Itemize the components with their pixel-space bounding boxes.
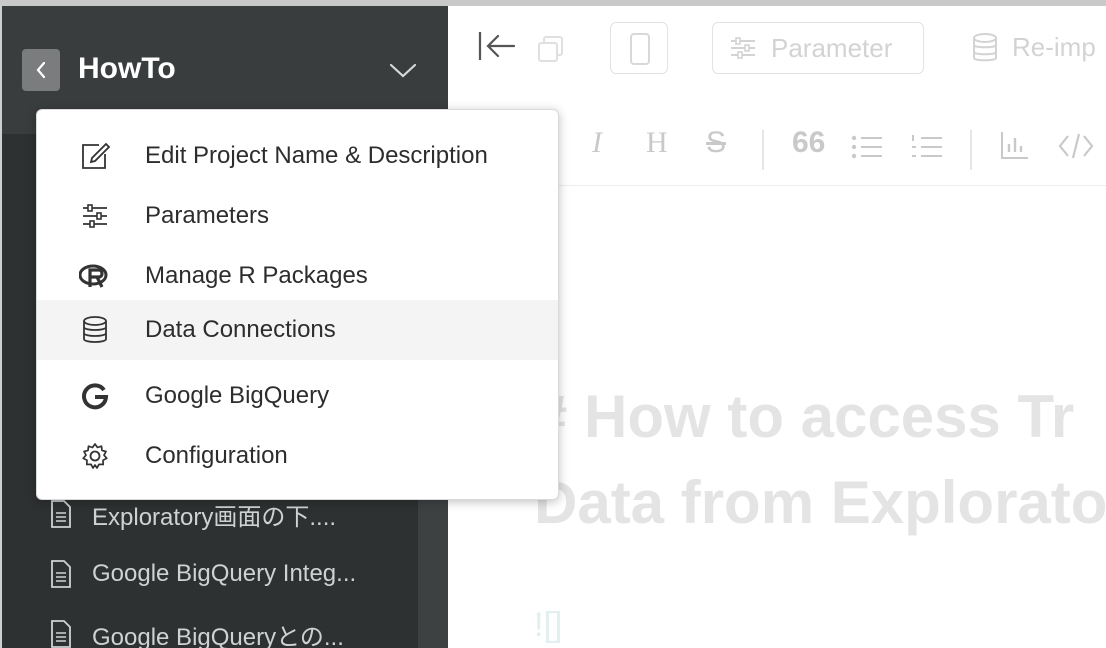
back-button[interactable] (22, 49, 60, 91)
reimport-label: Re-imp (1012, 32, 1096, 62)
menu-item-label: Configuration (145, 442, 288, 469)
italic-button[interactable]: I (592, 126, 602, 160)
r-logo-icon (79, 262, 111, 290)
menu-item-label: Parameters (145, 202, 270, 229)
document-label: Google BigQuery Integ... (92, 560, 357, 587)
document-heading[interactable]: # How to access Tr Data from Explorato (534, 374, 1106, 546)
document-label: Google BigQueryとの... (92, 623, 344, 648)
menu-item-label: Google BigQuery (145, 382, 330, 409)
toolbar-divider (970, 130, 972, 170)
device-preview-button[interactable] (610, 22, 668, 74)
strikethrough-button[interactable]: S (706, 126, 726, 160)
sliders-icon (731, 37, 755, 59)
menu-item-google-bigquery[interactable]: Google BigQuery (37, 366, 558, 426)
list-item[interactable]: Google BigQueryとの... (50, 614, 344, 648)
menu-item-edit-project[interactable]: Edit Project Name & Description (37, 126, 558, 186)
document-label: Exploratory画面の下.... (92, 503, 337, 531)
reimport-button[interactable]: Re-imp (972, 32, 1096, 63)
numbered-list-icon[interactable] (910, 132, 944, 162)
code-icon[interactable] (1058, 132, 1094, 160)
menu-item-configuration[interactable]: Configuration (37, 426, 558, 486)
bullet-list-icon[interactable] (850, 132, 884, 162)
database-icon (973, 32, 997, 61)
parameter-button-label: Parameter (771, 32, 893, 63)
image-markdown[interactable]: ![] (534, 606, 562, 645)
gear-icon (79, 442, 111, 470)
collapse-sidebar-icon[interactable] (476, 28, 518, 64)
database-icon (79, 316, 111, 344)
mobile-icon (630, 33, 650, 65)
heading-line-1: # How to access Tr (534, 383, 1075, 450)
editor-toolbar: Parameter Re-imp (448, 6, 1106, 88)
menu-item-label: Manage R Packages (145, 262, 368, 289)
toolbar-divider (762, 130, 764, 170)
google-icon (79, 382, 111, 410)
menu-item-label: Data Connections (145, 316, 336, 343)
sliders-icon (79, 202, 111, 230)
chevron-down-icon[interactable] (388, 58, 418, 82)
document-icon (51, 500, 71, 528)
edit-icon (79, 142, 111, 170)
project-title[interactable]: HowTo (78, 52, 176, 86)
menu-item-label: Edit Project Name & Description (145, 142, 488, 169)
document-icon (51, 620, 71, 648)
chevron-left-icon (36, 61, 46, 79)
heading-line-2: Data from Explorato (534, 469, 1106, 536)
menu-item-data-connections[interactable]: Data Connections (37, 300, 558, 360)
document-icon (51, 560, 71, 588)
chart-icon[interactable] (1000, 130, 1030, 160)
list-item[interactable]: Google BigQuery Integ... (50, 554, 356, 594)
app-window: HowTo Exploratory画面の下.... Google BigQuer… (0, 0, 1106, 648)
project-menu: Edit Project Name & Description Paramete… (36, 109, 559, 500)
quote-button[interactable]: 66 (792, 126, 825, 160)
list-item[interactable]: Exploratory画面の下.... (50, 494, 336, 534)
parameter-button[interactable]: Parameter (712, 22, 924, 74)
menu-item-manage-r-packages[interactable]: Manage R Packages (37, 246, 558, 306)
heading-button[interactable]: H (646, 126, 668, 160)
menu-item-parameters[interactable]: Parameters (37, 186, 558, 246)
copy-icon[interactable] (536, 34, 566, 64)
